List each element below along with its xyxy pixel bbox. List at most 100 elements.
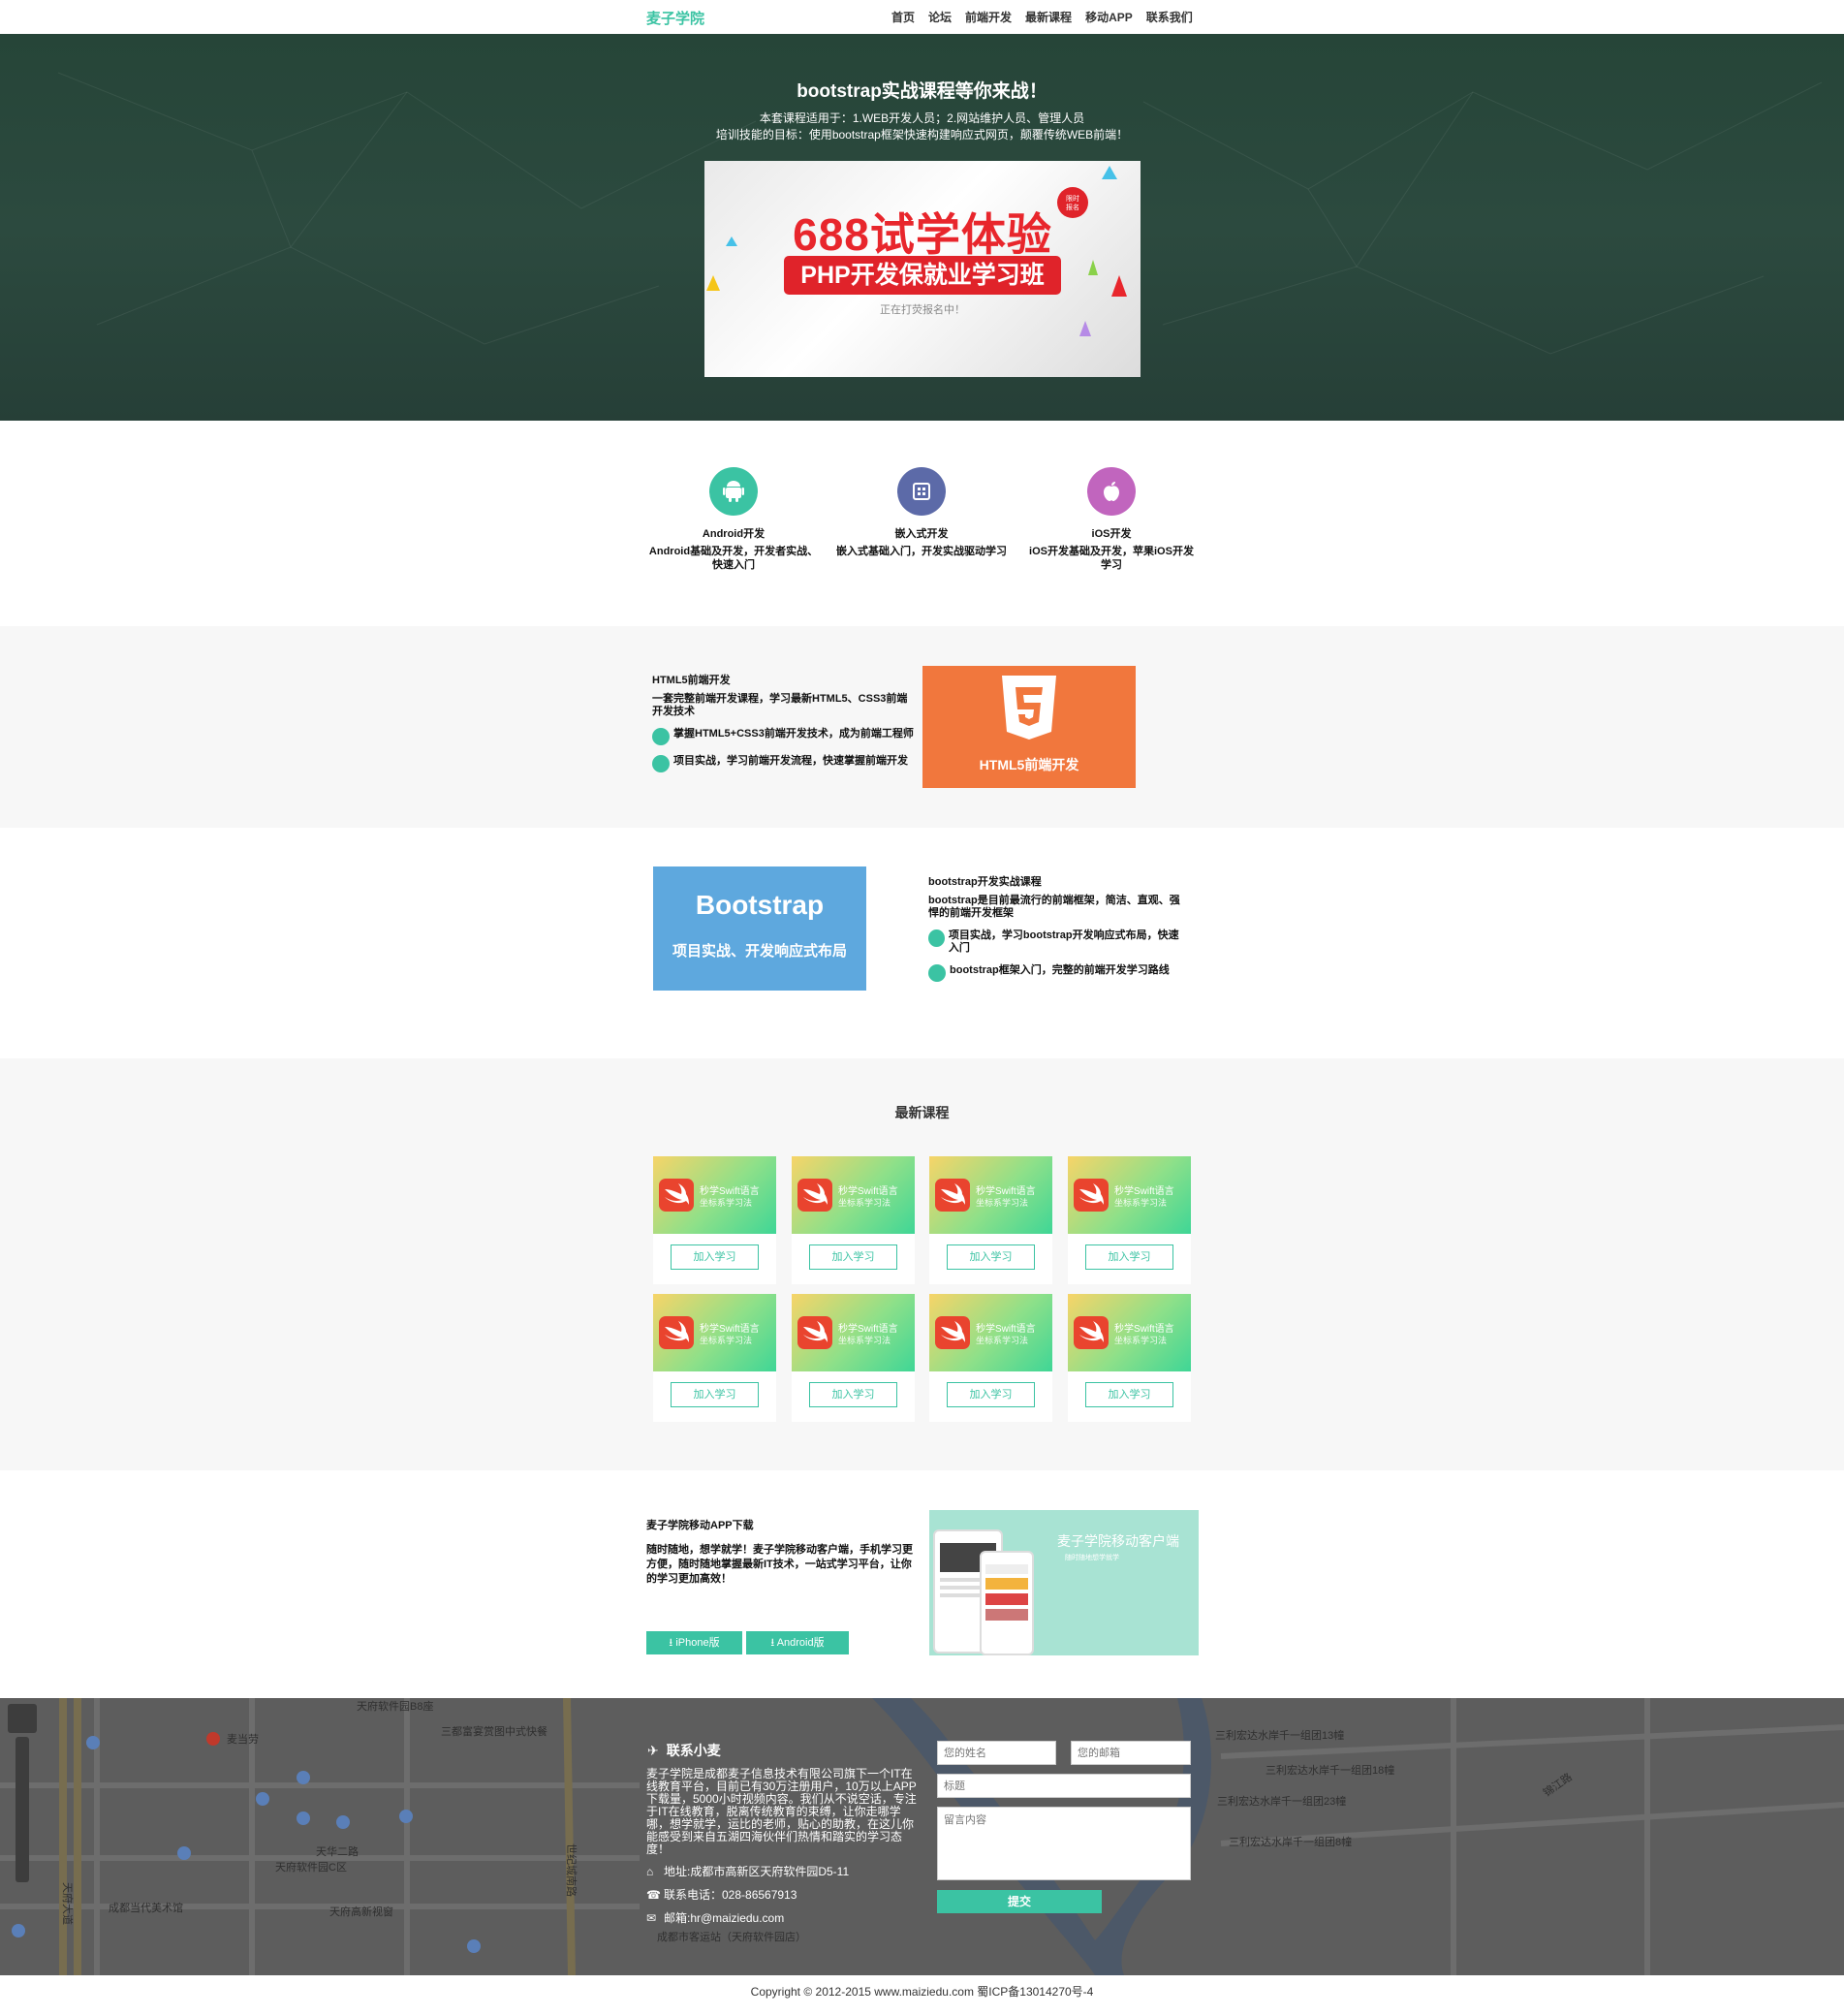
- join-course-button[interactable]: 加入学习: [1085, 1382, 1173, 1407]
- course-thumbnail[interactable]: 秒学Swift语言 坐标系学习法: [929, 1294, 1052, 1371]
- chip-icon: [897, 467, 946, 516]
- html5-point-2: 项目实战，学习前端开发流程，快速掌握前端开发: [652, 755, 916, 772]
- bootstrap-course-image[interactable]: Bootstrap 项目实战、开发响应式布局: [653, 866, 866, 991]
- course-name: 秒学Swift语言: [976, 1324, 1036, 1335]
- contact-address: ⌂ 地址:成都市高新区天府软件园D5-11: [646, 1865, 850, 1878]
- course-method: 坐标系学习法: [838, 1336, 891, 1345]
- html5-shield-icon: [1002, 676, 1056, 740]
- app-heading: 麦子学院移动APP下载: [646, 1520, 754, 1531]
- phone-icon: ☎: [646, 1888, 661, 1902]
- svg-text:天府高新视窗: 天府高新视窗: [329, 1905, 393, 1918]
- feature-title: Android开发: [702, 528, 766, 540]
- feature-title: iOS开发: [1091, 528, 1132, 540]
- course-card[interactable]: 秒学Swift语言 坐标系学习法加入学习: [929, 1156, 1052, 1284]
- features-section: Android开发 Android基础及开发，开发者实战、快速入门 嵌入式开发 …: [0, 421, 1844, 626]
- course-method: 坐标系学习法: [976, 1198, 1029, 1208]
- svg-text:三利宏达水岸千一组团18幢: 三利宏达水岸千一组团18幢: [1266, 1763, 1394, 1777]
- hero-title: bootstrap实战课程等你来战！: [797, 81, 1047, 102]
- swift-icon: [797, 1179, 832, 1212]
- nav-item-home[interactable]: 首页: [891, 9, 915, 25]
- course-thumbnail[interactable]: 秒学Swift语言 坐标系学习法: [653, 1156, 776, 1234]
- course-method: 坐标系学习法: [838, 1198, 891, 1208]
- course-name: 秒学Swift语言: [838, 1324, 898, 1335]
- latest-courses-title: 最新课程: [894, 1105, 950, 1120]
- hero-audience-line: 本套课程适用于：1.WEB开发人员；2.网站维护人员、管理人员: [759, 111, 1085, 125]
- svg-text:成都当代美术馆: 成都当代美术馆: [109, 1901, 183, 1914]
- contact-footer: 天府软件园B8座 三都富宴赏图中式快餐 麦当劳 天华二路 天府软件园C区 成都当…: [0, 1698, 1844, 1975]
- submit-button[interactable]: 提交: [937, 1890, 1102, 1913]
- feature-embedded[interactable]: 嵌入式开发 嵌入式基础入门，开发实战驱动学习: [834, 467, 1009, 558]
- app-desc: 随时随地，想学就学！麦子学院移动客户端，手机学习更方便，随时随地掌握最新IT技术…: [646, 1544, 913, 1585]
- course-card[interactable]: 秒学Swift语言 坐标系学习法加入学习: [653, 1294, 776, 1422]
- email-input[interactable]: [1071, 1741, 1191, 1765]
- promo-banner[interactable]: 限时 报名 688试学体验 PHP开发保就业学习班 正在打荧报名中！: [704, 161, 1141, 377]
- join-course-button[interactable]: 加入学习: [671, 1244, 759, 1270]
- html5-course-image[interactable]: HTML5前端开发: [922, 666, 1136, 788]
- latest-courses-section: 最新课程: [0, 1058, 1844, 1470]
- swift-icon: [935, 1316, 970, 1349]
- top-navbar: 麦子学院 首页 论坛 前端开发 最新课程 移动APP 联系我们: [0, 0, 1844, 34]
- bootstrap-course-section: Bootstrap 项目实战、开发响应式布局 bootstrap开发实战课程 b…: [0, 828, 1844, 1058]
- join-course-button[interactable]: 加入学习: [947, 1244, 1035, 1270]
- mail-icon: ✉: [646, 1911, 657, 1925]
- course-name: 秒学Swift语言: [700, 1324, 760, 1335]
- bootstrap-heading: bootstrap开发实战课程: [928, 876, 1042, 888]
- course-thumbnail[interactable]: 秒学Swift语言 坐标系学习法: [653, 1294, 776, 1371]
- course-card[interactable]: 秒学Swift语言 坐标系学习法加入学习: [792, 1156, 915, 1284]
- course-card[interactable]: 秒学Swift语言 坐标系学习法加入学习: [929, 1294, 1052, 1422]
- nav-item-mobile-app[interactable]: 移动APP: [1085, 9, 1133, 25]
- course-thumbnail[interactable]: 秒学Swift语言 坐标系学习法: [1068, 1156, 1191, 1234]
- android-download-button[interactable]: ⭳ Android版: [746, 1631, 849, 1654]
- course-card[interactable]: 秒学Swift语言 坐标系学习法加入学习: [1068, 1156, 1191, 1284]
- course-thumbnail[interactable]: 秒学Swift语言 坐标系学习法: [792, 1294, 915, 1371]
- nav-item-forum[interactable]: 论坛: [928, 9, 952, 25]
- svg-text:天华二路: 天华二路: [316, 1844, 359, 1858]
- course-thumbnail[interactable]: 秒学Swift语言 坐标系学习法: [792, 1156, 915, 1234]
- bullet-icon: [928, 929, 945, 947]
- banner-course-label: PHP开发保就业学习班: [784, 256, 1061, 295]
- course-thumbnail[interactable]: 秒学Swift语言 坐标系学习法: [1068, 1294, 1191, 1371]
- banner-headline: 688试学体验: [793, 209, 1052, 260]
- course-card[interactable]: 秒学Swift语言 坐标系学习法加入学习: [1068, 1294, 1191, 1422]
- swift-icon: [1074, 1316, 1109, 1349]
- name-input[interactable]: [937, 1741, 1056, 1765]
- nav-item-contact[interactable]: 联系我们: [1146, 9, 1193, 25]
- html5-heading: HTML5前端开发: [652, 675, 731, 686]
- home-icon: ⌂: [646, 1865, 654, 1878]
- nav-item-latest-courses[interactable]: 最新课程: [1025, 9, 1072, 25]
- join-course-button[interactable]: 加入学习: [671, 1382, 759, 1407]
- location-map[interactable]: 天府软件园B8座 三都富宴赏图中式快餐 麦当劳 天华二路 天府软件园C区 成都当…: [0, 1698, 1844, 1975]
- contact-description: 麦子学院是成都麦子信息技术有限公司旗下一个IT在线教育平台，目前已有30万注册用…: [646, 1767, 917, 1856]
- course-thumbnail[interactable]: 秒学Swift语言 坐标系学习法: [929, 1156, 1052, 1234]
- apple-icon: [1087, 467, 1136, 516]
- subject-input[interactable]: [937, 1774, 1191, 1798]
- bootstrap-intro: bootstrap是目前最流行的前端框架，简洁、直观、强悍的前端开发框架: [928, 895, 1180, 919]
- hero-section: bootstrap实战课程等你来战！ 本套课程适用于：1.WEB开发人员；2.网…: [0, 34, 1844, 421]
- join-course-button[interactable]: 加入学习: [947, 1382, 1035, 1407]
- feature-ios[interactable]: iOS开发 iOS开发基础及开发，苹果iOS开发学习: [1024, 467, 1199, 572]
- banner-subtext: 正在打荧报名中！: [880, 304, 965, 316]
- iphone-download-button[interactable]: ⭳ iPhone版: [646, 1631, 742, 1654]
- join-course-button[interactable]: 加入学习: [809, 1382, 897, 1407]
- app-image-title: 麦子学院移动客户端: [1057, 1533, 1179, 1549]
- nav-item-frontend[interactable]: 前端开发: [965, 9, 1012, 25]
- svg-text:三都富宴赏图中式快餐: 三都富宴赏图中式快餐: [441, 1724, 547, 1738]
- feature-android[interactable]: Android开发 Android基础及开发，开发者实战、快速入门: [646, 467, 821, 572]
- join-course-button[interactable]: 加入学习: [1085, 1244, 1173, 1270]
- bootstrap-point-2: bootstrap框架入门，完整的前端开发学习路线: [928, 964, 1185, 982]
- feature-desc: Android基础及开发，开发者实战、快速入门: [648, 546, 819, 571]
- html5-intro: 一套完整前端开发课程，学习最新HTML5、CSS3前端开发技术: [652, 693, 908, 717]
- join-course-button[interactable]: 加入学习: [809, 1244, 897, 1270]
- phone-mockup-front: [980, 1551, 1034, 1655]
- course-card[interactable]: 秒学Swift语言 坐标系学习法加入学习: [653, 1156, 776, 1284]
- swift-icon: [935, 1179, 970, 1212]
- svg-text:麦当劳: 麦当劳: [227, 1732, 259, 1746]
- message-textarea[interactable]: [937, 1807, 1191, 1880]
- course-name: 秒学Swift语言: [700, 1186, 760, 1197]
- bootstrap-box-title: Bootstrap: [695, 890, 825, 920]
- course-method: 坐标系学习法: [1114, 1198, 1168, 1208]
- bootstrap-point-1: 项目实战，学习bootstrap开发响应式布局，快速入门: [928, 929, 1185, 955]
- swift-icon: [659, 1316, 694, 1349]
- course-card[interactable]: 秒学Swift语言 坐标系学习法加入学习: [792, 1294, 915, 1422]
- brand-logo[interactable]: 麦子学院: [646, 8, 704, 28]
